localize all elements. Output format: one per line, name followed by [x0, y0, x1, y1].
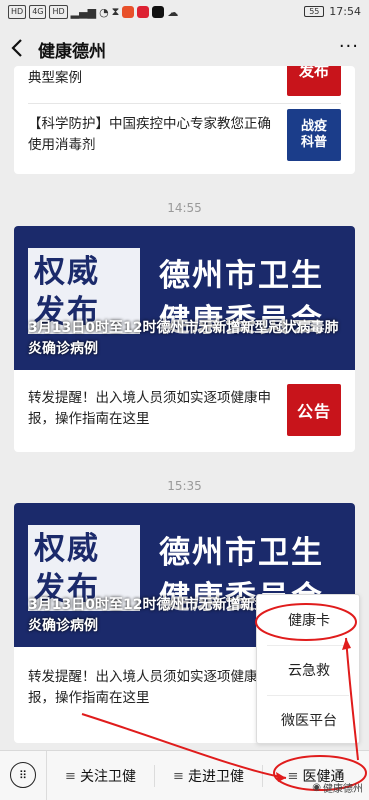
article-card-2: 权威发布 德州市卫生健康委员会 3月13日0时至12时德州市无新增新型冠状病毒肺… [14, 226, 355, 452]
article-thumbnail: 战疫 科普 [287, 109, 341, 161]
article-item-2[interactable]: 【科学防护】中国疾控中心专家教您正确使用消毒剂 战疫 科普 [14, 106, 355, 172]
menu-about[interactable]: ≡ 走进卫健 [155, 751, 262, 800]
app-notification-icon-2 [137, 6, 150, 18]
page-title: 健康德州 [38, 42, 106, 62]
hourglass-icon: ⧗ [111, 5, 120, 18]
status-icons-right: 55 17:54 [304, 5, 361, 18]
network-badge: 4G [29, 5, 47, 19]
watermark-text: 健康德州 [323, 784, 363, 795]
article-item-1[interactable]: 典型案例 发布 [14, 66, 355, 98]
menu-list-icon: ≡ [287, 768, 299, 784]
back-button[interactable] [6, 34, 30, 62]
menu-label: 关注卫健 [79, 769, 136, 785]
menu-list-icon: ≡ [65, 768, 76, 784]
thumbnail-text: 科普 [300, 135, 327, 150]
article-title: 典型案例 [28, 70, 82, 86]
article-thumbnail: 公告 [287, 384, 341, 436]
battery-icon: 55 [304, 6, 325, 17]
submenu-item-health-card[interactable]: 健康卡 [257, 595, 361, 645]
cover-banner[interactable]: 权威发布 德州市卫生健康委员会 3月13日0时至12时德州市无新增新型冠状病毒肺… [14, 226, 355, 370]
article-thumbnail: 发布 [287, 66, 341, 96]
more-options-icon[interactable]: ··· [339, 36, 359, 57]
status-bar: HD 4G HD ▂▄▆ ◔ ⧗ ☁ 55 17:54 [0, 0, 369, 26]
cover-caption: 3月13日0时至12时德州市无新增新型冠状病毒肺炎确诊病例 [28, 320, 339, 357]
keyboard-icon[interactable]: ⠿ [10, 762, 36, 788]
submenu-popup: 健康卡 云急救 微医平台 [256, 594, 360, 744]
cloud-icon: ☁ [167, 5, 179, 19]
signal-icon: ▂▄▆ [70, 5, 97, 19]
article-item[interactable]: 转发提醒！出入境人员须如实逐项健康申报，操作指南在这里 公告 [14, 370, 355, 452]
menu-label: 走进卫健 [187, 769, 244, 785]
submenu-item-emergency[interactable]: 云急救 [257, 645, 361, 695]
timestamp: 14:55 [167, 201, 202, 215]
chevron-left-icon [11, 39, 22, 57]
app-notification-icon [122, 6, 135, 18]
nav-bar: 健康德州 ··· [0, 26, 369, 70]
hd-badge-2: HD [49, 5, 68, 19]
menu-list-icon: ≡ [173, 768, 184, 784]
wechat-logo-icon: ◉ [312, 782, 321, 793]
tiktok-icon [152, 6, 165, 18]
submenu-item-doctor-platform[interactable]: 微医平台 [257, 695, 361, 745]
article-card-1: 典型案例 发布 【科学防护】中国疾控中心专家教您正确使用消毒剂 战疫 科普 [14, 66, 355, 174]
timestamp: 15:35 [167, 479, 202, 493]
status-icons-left: HD 4G HD ▂▄▆ ◔ ⧗ ☁ [8, 5, 178, 19]
menu-follow[interactable]: ≡ 关注卫健 [47, 751, 154, 800]
article-title: 【科学防护】中国疾控中心专家教您正确使用消毒剂 [28, 116, 271, 153]
hd-badge: HD [8, 5, 27, 19]
clock: 17:54 [329, 5, 361, 18]
watermark: ◉ 健康德州 [312, 780, 363, 795]
article-title: 转发提醒！出入境人员须如实逐项健康申报，操作指南在这里 [28, 669, 271, 706]
thumbnail-text: 战疫 [300, 119, 327, 134]
wifi-icon: ◔ [99, 5, 109, 19]
article-title: 转发提醒！出入境人员须如实逐项健康申报，操作指南在这里 [28, 390, 271, 427]
divider [28, 103, 341, 104]
